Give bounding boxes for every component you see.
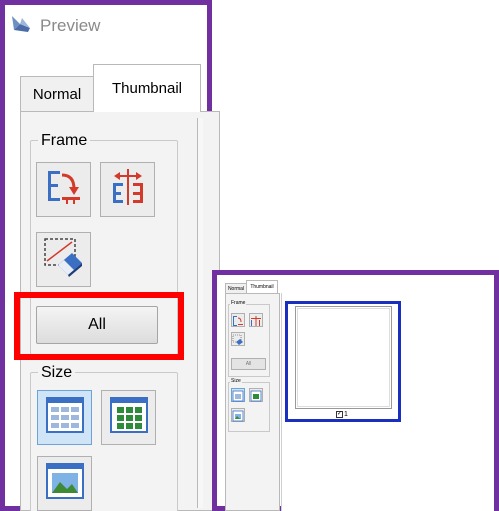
thumbnail-medium-size-button[interactable]: [101, 390, 156, 445]
frame-fit-icon: [44, 167, 84, 212]
all-button[interactable]: All: [36, 306, 158, 344]
small-thumbnail-medium-grid-icon[interactable]: [249, 388, 263, 402]
small-tab-normal[interactable]: Normal: [225, 283, 247, 293]
small-thumbnail-small-grid-icon[interactable]: [231, 388, 245, 402]
frame-erase-button[interactable]: [36, 232, 91, 287]
inner-panel-edge: [197, 118, 203, 508]
preview-app-icon: [10, 14, 32, 39]
preview-header: Preview: [10, 12, 100, 40]
frame-erase-icon: [42, 235, 86, 284]
small-size-legend: Size: [230, 378, 242, 384]
tab-normal[interactable]: Normal: [20, 76, 94, 112]
page-select-checkbox[interactable]: ✓: [336, 411, 343, 418]
small-tab-thumbnail[interactable]: Thumbnail: [246, 280, 278, 293]
page-label: ✓ 1: [336, 410, 348, 419]
small-frame-width-icon[interactable]: [249, 313, 263, 327]
thumbnail-small-size-button[interactable]: [37, 390, 92, 445]
frame-width-button[interactable]: [100, 162, 155, 217]
thumbnail-large-size-button[interactable]: [37, 456, 92, 511]
size-group-legend: Size: [38, 364, 76, 382]
small-frame-fit-icon[interactable]: [231, 313, 245, 327]
page-thumbnail-inner: [297, 308, 390, 407]
thumbnail-medium-grid-icon: [109, 396, 149, 439]
thumbnail-small-grid-icon: [45, 396, 85, 439]
thumbnail-large-image-icon: [45, 462, 85, 505]
page-number: 1: [344, 411, 348, 418]
frame-fit-button[interactable]: [36, 162, 91, 217]
frame-group-legend: Frame: [38, 132, 91, 150]
small-frame-erase-icon[interactable]: [231, 332, 245, 346]
frame-width-icon: [108, 167, 148, 212]
small-thumbnail-large-image-icon[interactable]: [231, 408, 245, 422]
small-frame-legend: Frame: [230, 300, 247, 306]
small-all-button[interactable]: All: [231, 358, 266, 370]
window-title: Preview: [40, 16, 101, 35]
tab-thumbnail[interactable]: Thumbnail: [93, 64, 201, 112]
